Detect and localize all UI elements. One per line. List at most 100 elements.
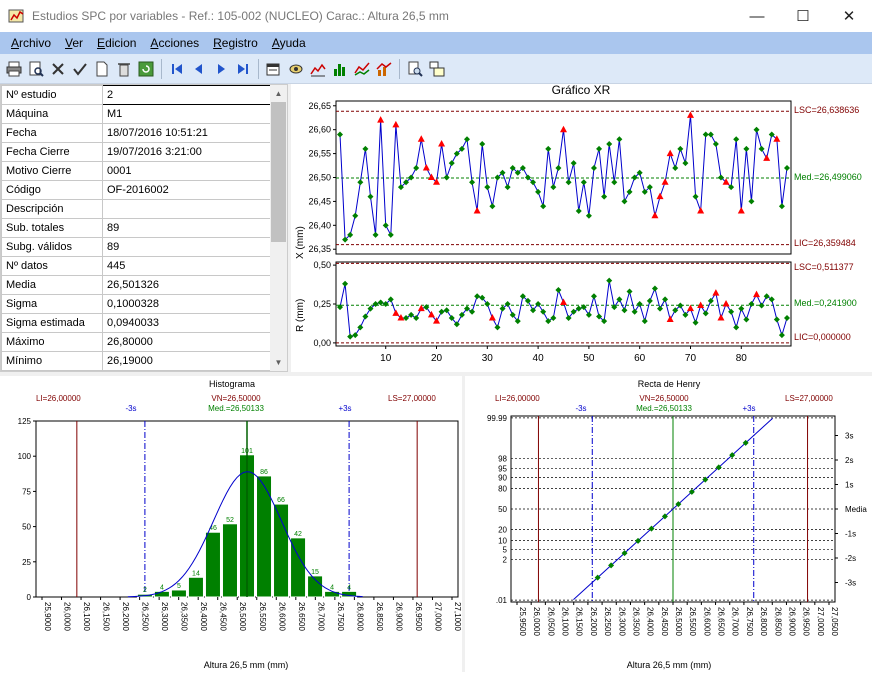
table-row[interactable]: Fecha 18/07/2016 10:51:21 [1,123,271,143]
r-point [474,293,481,300]
row-value[interactable]: 0001 [102,161,271,181]
r-point-out [753,290,761,298]
x-point [372,231,379,238]
henry-vn-label: VN=26,50000 [639,394,689,403]
menu-ver[interactable]: Ver [65,36,83,50]
table-row[interactable]: Fecha Cierre 19/07/2016 3:21:00 [1,142,271,162]
henry-right-tick-label: 2s [845,456,853,465]
row-value[interactable]: 89 [102,237,271,257]
last-record-icon[interactable] [233,59,253,79]
x-ytick-label: 26,65 [308,101,331,111]
row-value[interactable] [102,199,271,219]
delete-icon[interactable] [48,59,68,79]
table-row[interactable]: Sigma estimada 0,0940033 [1,313,271,333]
scroll-down-icon[interactable]: ▼ [270,354,287,371]
minimize-button[interactable]: — [734,0,780,32]
row-value[interactable]: 19/07/2016 3:21:00 [102,142,271,162]
row-value[interactable]: 445 [102,256,271,276]
check-icon[interactable] [70,59,90,79]
x-ytick-label: 26,55 [308,149,331,159]
table-row[interactable]: Subg. válidos 89 [1,237,271,257]
row-value[interactable]: 2 [102,85,271,105]
henry-chart: Recta de Henry LI=26,00000 LS=27,00000 V… [487,379,867,670]
table-row[interactable]: Código OF-2016002 [1,180,271,200]
hist-bar [290,537,307,598]
table-row[interactable]: Media 26,501326 [1,275,271,295]
row-value[interactable]: 26,19000 [102,351,271,371]
table-row[interactable]: Nº estudio 2 [1,85,271,105]
bar-chart-icon[interactable] [330,59,350,79]
refresh-icon[interactable] [136,59,156,79]
print-preview-icon[interactable] [26,59,46,79]
henry-plus3s-label: +3s [742,404,755,413]
r-point-out [712,289,720,296]
henry-xtick-label: 26,4500 [660,607,669,636]
row-value[interactable]: 26,501326 [102,275,271,295]
properties-icon[interactable] [264,59,284,79]
row-value[interactable]: 18/07/2016 10:51:21 [102,123,271,143]
first-record-icon[interactable] [167,59,187,79]
menu-edicion[interactable]: Edicion [97,36,136,50]
menu-ayuda[interactable]: Ayuda [272,36,306,50]
search-document-icon[interactable] [405,59,425,79]
close-button[interactable]: ✕ [826,0,872,32]
x-point [575,207,582,214]
menu-archivo[interactable]: Archivo [11,36,51,50]
print-icon[interactable] [4,59,24,79]
chart-settings-icon[interactable] [286,59,306,79]
row-value[interactable]: M1 [102,104,271,124]
henry-left-tick-label: 2 [503,555,508,564]
menu-registro[interactable]: Registro [213,36,258,50]
x-point [626,188,633,195]
next-record-icon[interactable] [211,59,231,79]
previous-record-icon[interactable] [189,59,209,79]
x-ytick-label: 26,45 [308,196,331,206]
row-value[interactable]: 89 [102,218,271,238]
trash-icon[interactable] [114,59,134,79]
x-point [707,131,714,138]
r-point [545,318,552,325]
henry-right-tick-label: -2s [845,554,856,563]
henry-left-tick-label: 20 [498,526,507,535]
henry-xtick-label: 26,3000 [617,607,626,636]
xr-xtick-label: 60 [634,353,646,364]
x-point [362,145,369,152]
scroll-up-icon[interactable]: ▲ [270,85,287,102]
hist-bar-label: 42 [294,531,302,538]
xr-xtick-label: 40 [533,353,545,364]
row-key: Máquina [1,104,103,124]
table-row[interactable]: Máximo 26,80000 [1,332,271,352]
table-row[interactable]: Sub. totales 89 [1,218,271,238]
row-key: Sigma [1,294,103,314]
maximize-button[interactable]: ☐ [780,0,826,32]
table-row[interactable]: Máquina M1 [1,104,271,124]
henry-xtick-label: 27,0500 [830,607,839,636]
layout-icon[interactable] [427,59,447,79]
combo-chart-icon[interactable] [374,59,394,79]
table-row[interactable]: Nº datos 445 [1,256,271,276]
hist-xtick-label: 26,1000 [82,602,91,631]
row-value[interactable]: 0,1000328 [102,294,271,314]
x-point [463,136,470,143]
trend-chart-icon[interactable] [352,59,372,79]
table-row[interactable]: Sigma 0,1000328 [1,294,271,314]
hist-xtick-label: 26,0000 [63,602,72,631]
x-point [484,184,491,191]
new-document-icon[interactable] [92,59,112,79]
line-chart-icon[interactable] [308,59,328,79]
henry-right-tick-label: 1s [845,481,853,490]
x-point-out [473,206,481,214]
row-value[interactable]: OF-2016002 [102,180,271,200]
henry-xtick-label: 26,6500 [717,607,726,636]
table-row[interactable]: Mínimo 26,19000 [1,351,271,371]
row-key: Nº estudio [1,85,103,105]
scroll-thumb[interactable] [271,102,286,242]
menu-acciones[interactable]: Acciones [150,36,199,50]
x-point [489,203,496,210]
row-value[interactable]: 0,0940033 [102,313,271,333]
table-row[interactable]: Motivo Cierre 0001 [1,161,271,181]
row-value[interactable]: 26,80000 [102,332,271,352]
grid-scrollbar[interactable]: ▲ ▼ [270,85,287,371]
table-row[interactable]: Descripción [1,199,271,219]
row-key: Fecha Cierre [1,142,103,162]
